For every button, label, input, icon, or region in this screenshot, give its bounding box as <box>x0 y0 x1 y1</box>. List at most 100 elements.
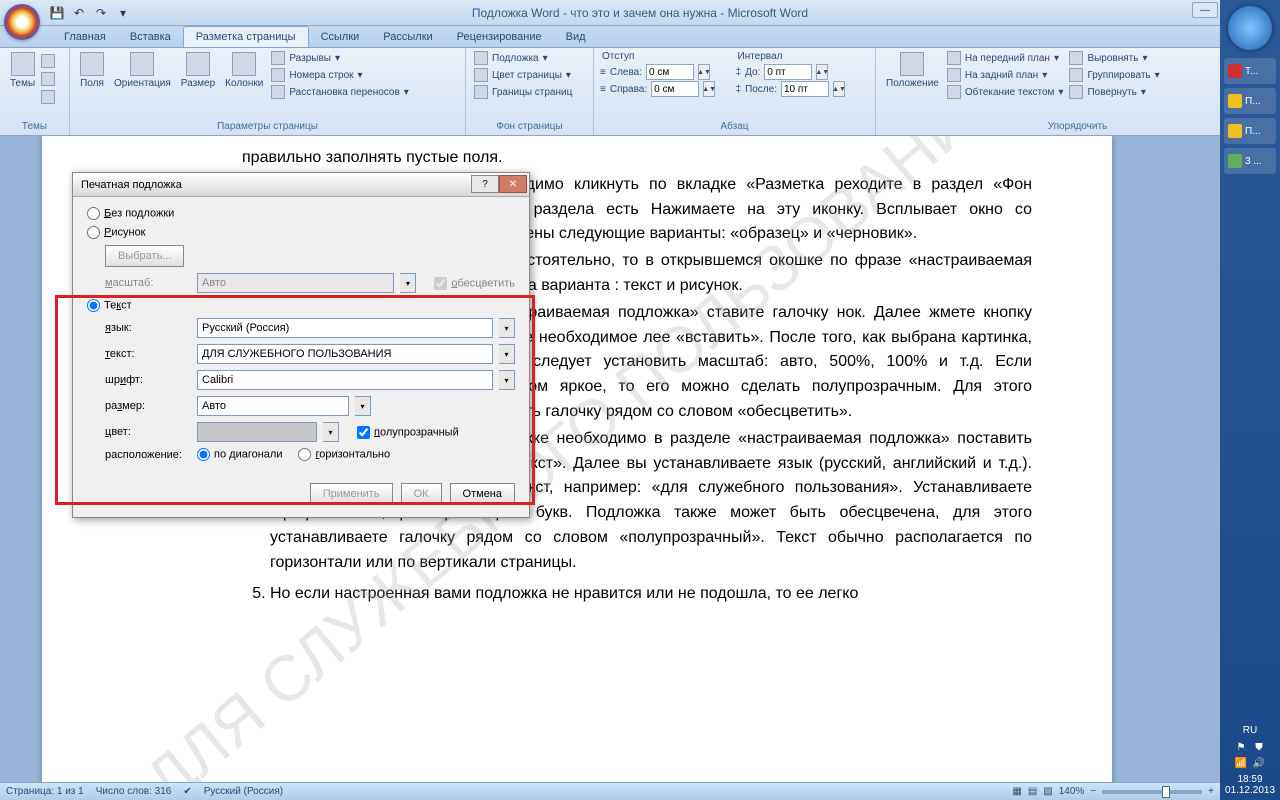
status-language[interactable]: Русский (Россия) <box>204 786 283 797</box>
theme-fonts-icon[interactable] <box>41 72 55 86</box>
tray-volume-icon[interactable]: 🔊 <box>1252 758 1266 772</box>
tray-icon[interactable]: ⛊ <box>1252 742 1266 756</box>
view-read-icon[interactable]: ▤ <box>1028 786 1037 797</box>
size-button[interactable]: Размер <box>177 50 219 91</box>
radio-horizontal[interactable]: горизонтально <box>298 448 390 461</box>
window-title: Подложка Word - что это и зачем она нужн… <box>472 6 808 20</box>
taskbar-item[interactable]: Т... <box>1224 58 1276 84</box>
zoom-level[interactable]: 140% <box>1059 786 1085 797</box>
radio-text[interactable]: Текст <box>87 299 132 312</box>
select-picture-button[interactable]: Выбрать... <box>105 245 184 267</box>
orientation-button[interactable]: Ориентация <box>110 50 175 91</box>
bring-front-button[interactable]: На передний план ▾ <box>945 50 1066 66</box>
spacing-after[interactable]: ‡После:▲▼ <box>736 81 870 97</box>
office-button[interactable] <box>4 4 40 40</box>
tray-time[interactable]: 18:59 <box>1224 774 1276 785</box>
tray-date[interactable]: 01.12.2013 <box>1224 785 1276 796</box>
indent-right[interactable]: ≡Справа:▲▼ <box>600 81 734 97</box>
redo-icon[interactable]: ↷ <box>92 4 110 22</box>
status-page[interactable]: Страница: 1 из 1 <box>6 786 84 797</box>
radio-picture[interactable]: Рисунок <box>87 226 146 239</box>
watermark-button[interactable]: Подложка ▾ <box>472 50 574 66</box>
radio-diagonal[interactable]: по диагонали <box>197 448 282 461</box>
taskbar-item[interactable]: 3 ... <box>1224 148 1276 174</box>
zoom-in-button[interactable]: + <box>1208 786 1214 797</box>
zoom-slider[interactable] <box>1102 790 1202 794</box>
send-back-icon <box>947 68 961 82</box>
margins-button[interactable]: Поля <box>76 50 108 91</box>
tray-icon[interactable]: ⚑ <box>1234 742 1248 756</box>
color-input[interactable] <box>197 422 317 442</box>
send-back-button[interactable]: На задний план ▾ <box>945 67 1066 83</box>
radio-no-watermark[interactable]: ББез подложкиез подложки <box>87 207 174 220</box>
status-words[interactable]: Число слов: 316 <box>96 786 172 797</box>
tab-references[interactable]: Ссылки <box>309 27 372 47</box>
page-color-button[interactable]: Цвет страницы ▾ <box>472 67 574 83</box>
line-numbers-button[interactable]: Номера строк ▾ <box>269 67 410 83</box>
text-wrap-button[interactable]: Обтекание текстом ▾ <box>945 84 1066 100</box>
tray-language[interactable]: RU <box>1224 725 1276 736</box>
start-button[interactable] <box>1228 6 1272 50</box>
taskbar-item[interactable]: П... <box>1224 88 1276 114</box>
text-dropdown-icon[interactable]: ▾ <box>499 344 515 364</box>
semitransparent-checkbox[interactable]: полупрозрачный <box>357 426 459 439</box>
language-dropdown-icon[interactable]: ▾ <box>499 318 515 338</box>
taskbar-item[interactable]: П... <box>1224 118 1276 144</box>
theme-colors-icon[interactable] <box>41 54 55 68</box>
color-dropdown-icon[interactable]: ▾ <box>323 422 339 442</box>
watermark-dialog: Печатная подложка ? ✕ ББез подложкиез по… <box>72 172 530 518</box>
dialog-title[interactable]: Печатная подложка ? ✕ <box>73 173 529 197</box>
layout-label: расположение: <box>105 449 191 461</box>
font-input[interactable] <box>197 370 493 390</box>
apply-button[interactable]: Применить <box>310 483 393 505</box>
tab-view[interactable]: Вид <box>554 27 598 47</box>
group-page-setup: Параметры страницы <box>76 120 459 133</box>
zoom-out-button[interactable]: − <box>1090 786 1096 797</box>
position-button[interactable]: Положение <box>882 50 943 91</box>
orientation-icon <box>130 52 154 76</box>
theme-effects-icon[interactable] <box>41 90 55 104</box>
tab-mailings[interactable]: Рассылки <box>371 27 444 47</box>
rotate-button[interactable]: Повернуть ▾ <box>1067 84 1161 100</box>
dialog-help-button[interactable]: ? <box>471 175 499 193</box>
line-numbers-icon <box>271 68 285 82</box>
view-print-icon[interactable]: ▦ <box>1012 786 1021 797</box>
themes-button[interactable]: Темы <box>6 50 39 91</box>
align-button[interactable]: Выровнять ▾ <box>1067 50 1161 66</box>
size-input[interactable] <box>197 396 349 416</box>
size-dropdown-icon[interactable]: ▾ <box>355 396 371 416</box>
tab-insert[interactable]: Вставка <box>118 27 183 47</box>
spacing-before[interactable]: ‡До:▲▼ <box>736 64 870 80</box>
status-proof-icon[interactable]: ✔ <box>183 786 191 797</box>
size-label: размер: <box>105 400 191 412</box>
scale-dropdown-icon: ▾ <box>400 273 416 293</box>
save-icon[interactable]: 💾 <box>48 4 66 22</box>
tab-review[interactable]: Рецензирование <box>445 27 554 47</box>
hyphenation-button[interactable]: Расстановка переносов ▾ <box>269 84 410 100</box>
minimize-button[interactable]: — <box>1192 2 1218 18</box>
dialog-close-button[interactable]: ✕ <box>499 175 527 193</box>
group-button[interactable]: Группировать ▾ <box>1067 67 1161 83</box>
cancel-button[interactable]: Отмена <box>450 483 515 505</box>
indent-left[interactable]: ≡Слева:▲▼ <box>600 64 734 80</box>
rotate-icon <box>1069 85 1083 99</box>
page-borders-button[interactable]: Границы страниц <box>472 84 574 100</box>
windows-taskbar: Т... П... П... 3 ... RU ⚑ ⛊ 📶 🔊 18:59 01… <box>1220 0 1280 800</box>
tab-home[interactable]: Главная <box>52 27 118 47</box>
font-dropdown-icon[interactable]: ▾ <box>499 370 515 390</box>
breaks-button[interactable]: Разрывы ▾ <box>269 50 410 66</box>
ribbon-tabs: Главная Вставка Разметка страницы Ссылки… <box>0 26 1280 48</box>
text-wrap-icon <box>947 85 961 99</box>
undo-icon[interactable]: ↶ <box>70 4 88 22</box>
columns-button[interactable]: Колонки <box>221 50 267 91</box>
align-icon <box>1069 51 1083 65</box>
language-input[interactable] <box>197 318 493 338</box>
qat-dropdown-icon[interactable]: ▾ <box>114 4 132 22</box>
tab-page-layout[interactable]: Разметка страницы <box>183 26 309 47</box>
indent-label: Отступ <box>600 50 734 63</box>
tray-network-icon[interactable]: 📶 <box>1234 758 1248 772</box>
page-color-icon <box>474 68 488 82</box>
text-input[interactable] <box>197 344 493 364</box>
view-web-icon[interactable]: ▧ <box>1043 786 1052 797</box>
ok-button[interactable]: ОК <box>401 483 442 505</box>
